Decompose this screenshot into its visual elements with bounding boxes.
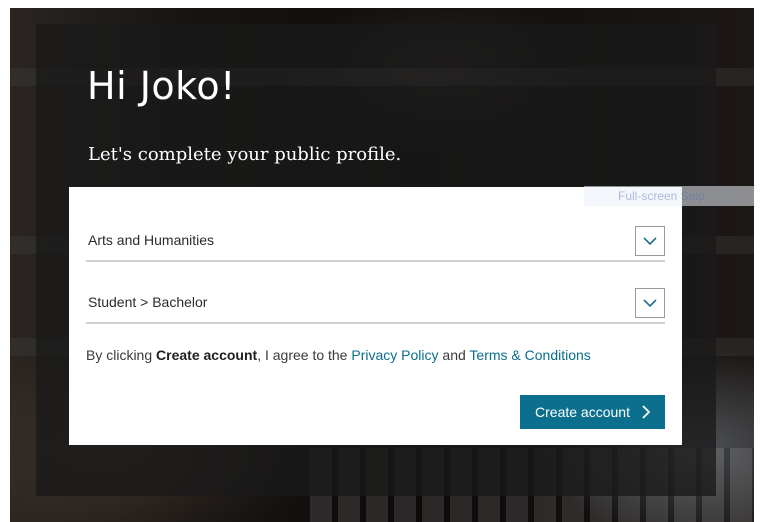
- greeting-title: Hi Joko!: [87, 64, 236, 108]
- terms-middle: , I agree to the: [257, 347, 348, 363]
- chevron-right-icon: [642, 405, 650, 419]
- chevron-down-icon[interactable]: [635, 288, 665, 318]
- create-account-button[interactable]: Create account: [520, 395, 665, 429]
- subtitle: Let's complete your public profile.: [88, 144, 402, 165]
- position-value: Student > Bachelor: [88, 294, 208, 310]
- terms-and: and: [442, 347, 466, 363]
- create-account-label: Create account: [535, 404, 630, 420]
- chevron-down-icon[interactable]: [635, 226, 665, 256]
- terms-statement: By clicking Create account, I agree to t…: [86, 347, 676, 363]
- terms-prefix: By clicking: [86, 347, 153, 363]
- privacy-policy-link[interactable]: Privacy Policy: [351, 347, 438, 363]
- terms-strong: Create account: [156, 347, 258, 363]
- subject-area-value: Arts and Humanities: [88, 232, 215, 248]
- snip-overlay-label: Full-screen Snip: [584, 186, 754, 206]
- subject-area-select[interactable]: Arts and Humanities: [86, 222, 665, 262]
- profile-card: Arts and Humanities Student > Bachelor B…: [69, 187, 682, 445]
- position-select[interactable]: Student > Bachelor: [86, 284, 665, 324]
- terms-conditions-link[interactable]: Terms & Conditions: [469, 347, 590, 363]
